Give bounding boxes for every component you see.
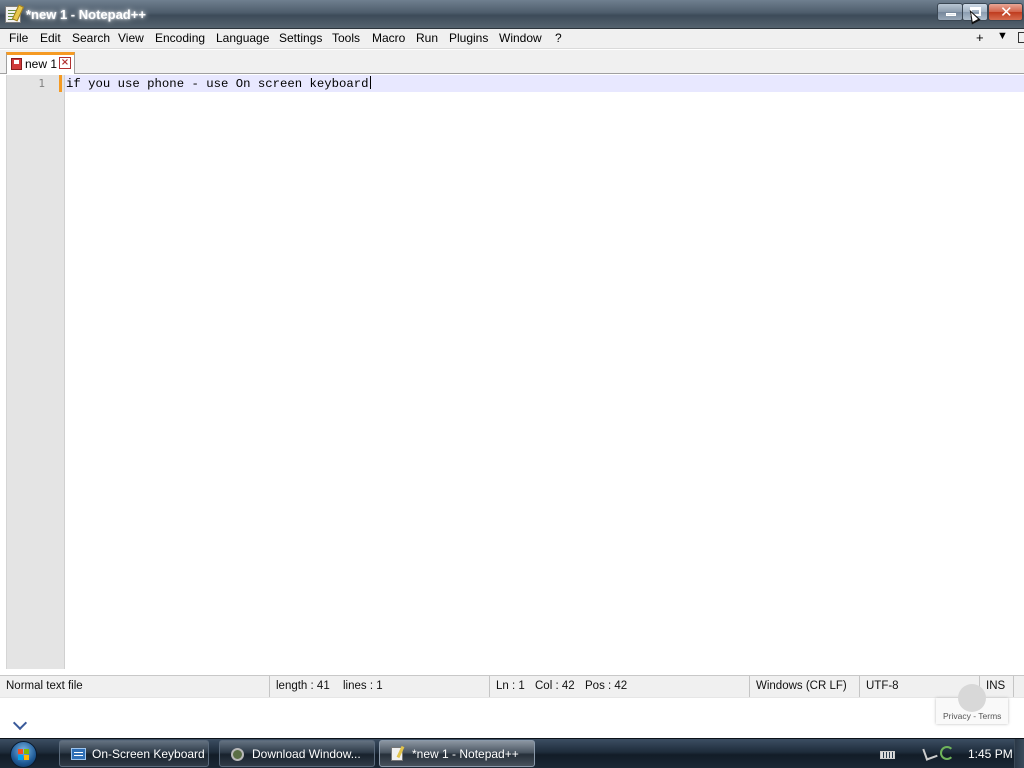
- new-tab-plus-icon[interactable]: +: [976, 30, 984, 45]
- status-position-section: Ln : 1 Col : 42 Pos : 42: [490, 676, 750, 698]
- line-number: 1: [38, 77, 45, 90]
- taskbar-button-download-window[interactable]: Download Window...: [219, 740, 375, 767]
- tab-close-icon[interactable]: ×: [59, 57, 71, 69]
- notepad-icon: [391, 747, 403, 761]
- tab-label: new 1: [25, 57, 58, 71]
- status-ln: Ln : 1: [496, 680, 525, 692]
- menu-run[interactable]: Run: [414, 31, 440, 45]
- menu-plugins[interactable]: Plugins: [447, 31, 490, 45]
- close-button[interactable]: ✕: [988, 3, 1023, 21]
- menu-encoding[interactable]: Encoding: [153, 31, 207, 45]
- menu-search[interactable]: Search: [70, 31, 112, 45]
- tab-new-1[interactable]: new 1 ×: [6, 52, 75, 74]
- tab-bar: new 1 ×: [0, 50, 1024, 74]
- window-title: *new 1 - Notepad++: [26, 7, 146, 22]
- close-document-icon[interactable]: [1018, 32, 1024, 43]
- menu-tools[interactable]: Tools: [330, 31, 362, 45]
- download-icon: [231, 748, 244, 761]
- status-bar: Normal text file length : 41 lines : 1 L…: [0, 675, 1024, 698]
- status-col: Col : 42: [535, 680, 575, 692]
- status-insert-mode: INS: [986, 680, 1006, 692]
- editor-area[interactable]: 1 if you use phone - use On screen keybo…: [6, 75, 1024, 669]
- editor-line-text: if you use phone - use On screen keyboar…: [66, 77, 369, 91]
- status-length-section: length : 41 lines : 1: [270, 676, 490, 698]
- menu-bar: File Edit Search View Encoding Language …: [0, 29, 1024, 49]
- menu-edit[interactable]: Edit: [38, 31, 63, 45]
- menu-help[interactable]: ?: [553, 31, 564, 45]
- taskbar-button-notepadplusplus[interactable]: *new 1 - Notepad++: [379, 740, 535, 767]
- taskbar-button-label: Download Window...: [252, 747, 361, 761]
- tray-tools-icon[interactable]: [922, 745, 938, 761]
- taskbar-button-on-screen-keyboard[interactable]: On-Screen Keyboard: [59, 740, 209, 767]
- windows-start-icon: [10, 741, 37, 768]
- menu-settings[interactable]: Settings: [277, 31, 324, 45]
- taskbar: On-Screen Keyboard Download Window... *n…: [0, 738, 1024, 768]
- network-icon[interactable]: [940, 746, 954, 760]
- editor-line[interactable]: if you use phone - use On screen keyboar…: [66, 76, 371, 91]
- recaptcha-badge: Privacy - Terms: [936, 684, 1008, 724]
- unsaved-file-icon: [11, 58, 22, 70]
- line-number-gutter[interactable]: 1: [7, 75, 65, 669]
- status-eol-section[interactable]: Windows (CR LF): [750, 676, 860, 698]
- taskbar-button-label: *new 1 - Notepad++: [412, 747, 519, 761]
- status-file-type: Normal text file: [6, 680, 83, 692]
- show-desktop-button[interactable]: [1014, 739, 1024, 768]
- status-filetype-section: Normal text file: [0, 676, 270, 698]
- taskbar-clock[interactable]: 1:45 PM: [968, 747, 1013, 761]
- taskbar-button-label: On-Screen Keyboard: [92, 747, 205, 761]
- menu-file[interactable]: File: [7, 31, 30, 45]
- input-language-keyboard-icon[interactable]: [880, 751, 895, 759]
- close-icon: ✕: [1000, 3, 1013, 21]
- status-pos: Pos : 42: [585, 680, 628, 692]
- chevron-down-icon[interactable]: [12, 715, 28, 731]
- minimize-icon: [946, 13, 956, 16]
- menu-window[interactable]: Window: [497, 31, 544, 45]
- keyboard-icon: [71, 748, 86, 760]
- tab-list-dropdown-icon[interactable]: ▼: [997, 30, 1008, 42]
- menu-view[interactable]: View: [116, 31, 146, 45]
- menu-language[interactable]: Language: [214, 31, 271, 45]
- status-length: length : 41: [276, 680, 330, 692]
- title-bar[interactable]: *new 1 - Notepad++ ✕: [0, 0, 1024, 29]
- status-encoding: UTF-8: [866, 680, 899, 692]
- recaptcha-privacy-terms[interactable]: Privacy - Terms: [943, 711, 1001, 721]
- start-button[interactable]: [5, 739, 43, 768]
- browser-bottom-strip: Privacy - Terms: [0, 684, 1024, 737]
- minimize-button[interactable]: [937, 3, 963, 21]
- status-eol: Windows (CR LF): [756, 680, 847, 692]
- menu-macro[interactable]: Macro: [370, 31, 407, 45]
- text-caret: [369, 76, 371, 89]
- notepadplusplus-icon[interactable]: [5, 6, 21, 23]
- change-history-marker: [59, 75, 62, 92]
- status-lines: lines : 1: [343, 680, 383, 692]
- recaptcha-icon: [958, 684, 986, 712]
